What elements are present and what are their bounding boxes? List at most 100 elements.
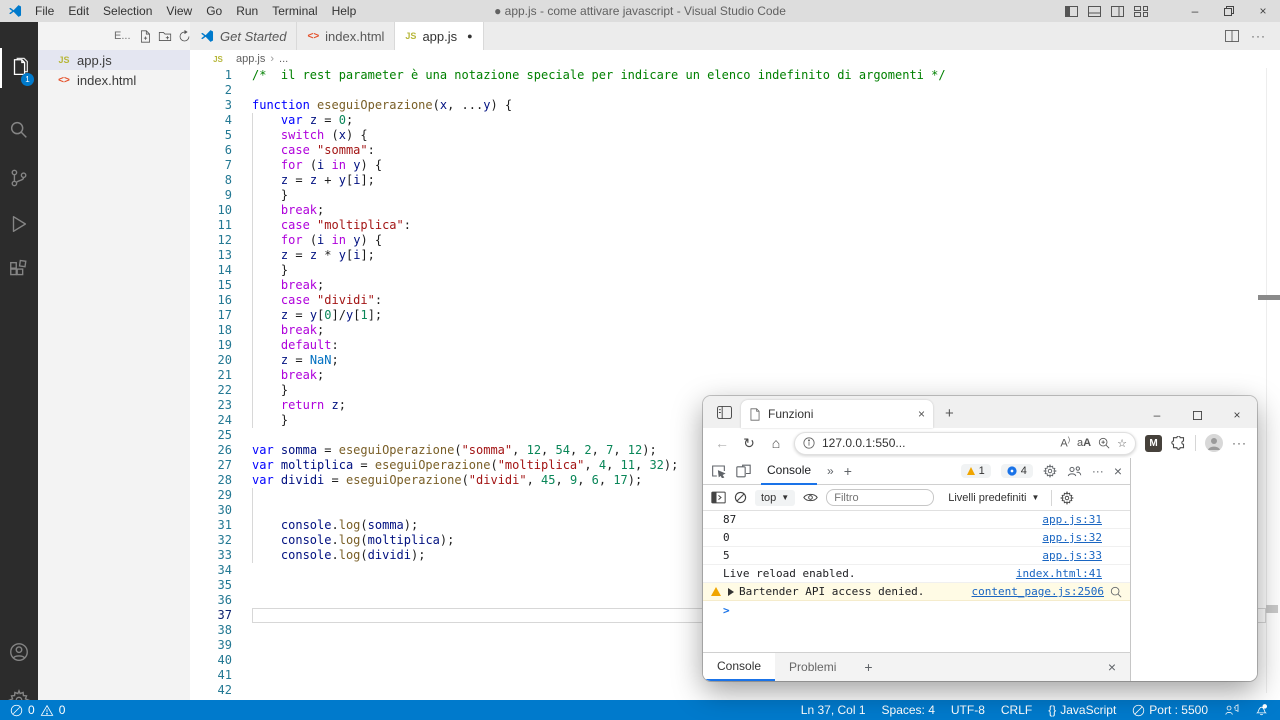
drawer-tab-problemi[interactable]: Problemi (775, 653, 850, 681)
unsaved-dot-icon[interactable]: ● (467, 31, 472, 41)
new-folder-icon[interactable] (158, 30, 172, 43)
browser-extensions-puzzle-icon[interactable] (1171, 436, 1186, 451)
code-line-8[interactable]: 8 z = z + y[i]; (190, 173, 1280, 188)
warnings-badge[interactable]: 1 (961, 464, 991, 478)
menu-file[interactable]: File (28, 0, 61, 22)
code-line-18[interactable]: 18 break; (190, 323, 1280, 338)
source-control-icon[interactable] (0, 158, 38, 198)
devtools-more-icon[interactable]: ··· (1092, 464, 1104, 478)
eol-sequence[interactable]: CRLF (1001, 703, 1032, 717)
editor-tab-app.js[interactable]: JSapp.js● (395, 22, 483, 50)
issues-people-icon[interactable] (1067, 465, 1082, 478)
code-line-1[interactable]: 1/* il rest parameter è una notazione sp… (190, 68, 1280, 83)
live-server-port[interactable]: Port : 5500 (1132, 703, 1208, 717)
site-info-icon[interactable] (803, 437, 815, 449)
breadcrumb-file[interactable]: app.js (236, 53, 265, 65)
close-tab-icon[interactable]: × (918, 407, 925, 421)
menu-terminal[interactable]: Terminal (265, 0, 324, 22)
browser-tab-funzioni[interactable]: Funzioni × (741, 400, 933, 428)
devtools-tab-console[interactable]: Console (761, 458, 817, 485)
code-line-6[interactable]: 6 case "somma": (190, 143, 1280, 158)
editor-more-actions-icon[interactable]: ··· (1251, 29, 1266, 43)
browser-settings-more-icon[interactable]: ··· (1232, 436, 1247, 450)
code-line-16[interactable]: 16 case "dividi": (190, 293, 1280, 308)
menu-view[interactable]: View (159, 0, 199, 22)
toggle-secondary-sidebar-icon[interactable] (1111, 6, 1124, 17)
profile-avatar[interactable] (1205, 434, 1223, 452)
source-link[interactable]: app.js:31 (1042, 513, 1102, 526)
favorites-star-icon[interactable]: ☆ (1117, 437, 1127, 450)
menu-selection[interactable]: Selection (96, 0, 159, 22)
code-line-13[interactable]: 13 z = z * y[i]; (190, 248, 1280, 263)
code-line-3[interactable]: 3function eseguiOperazione(x, ...y) { (190, 98, 1280, 113)
encoding[interactable]: UTF-8 (951, 703, 985, 717)
indentation[interactable]: Spaces: 4 (882, 703, 935, 717)
log-levels-dropdown[interactable]: Livelli predefiniti ▼ (948, 492, 1039, 504)
menu-edit[interactable]: Edit (61, 0, 96, 22)
code-line-20[interactable]: 20 z = NaN; (190, 353, 1280, 368)
drawer-close-icon[interactable]: × (1108, 659, 1116, 675)
warnings-icon[interactable] (40, 704, 54, 717)
code-line-14[interactable]: 14 } (190, 263, 1280, 278)
menu-help[interactable]: Help (325, 0, 364, 22)
warning-count[interactable]: 0 (59, 703, 66, 717)
browser-maximize-icon[interactable] (1177, 402, 1217, 428)
source-link[interactable]: app.js:33 (1042, 549, 1102, 562)
errors-icon[interactable] (10, 704, 23, 717)
refresh-icon[interactable] (178, 30, 191, 43)
customize-layout-icon[interactable] (1134, 6, 1148, 17)
language-mode[interactable]: {} JavaScript (1048, 703, 1116, 717)
feedback-icon[interactable] (1224, 704, 1239, 717)
home-icon[interactable]: ⌂ (767, 435, 785, 451)
editor-tab-index.html[interactable]: <>index.html (297, 22, 395, 50)
code-line-42[interactable]: 42 (190, 683, 1280, 698)
breadcrumb[interactable]: JS app.js › ... (190, 50, 1280, 68)
menu-run[interactable]: Run (229, 0, 265, 22)
zoom-icon[interactable] (1098, 437, 1110, 449)
account-icon[interactable] (0, 632, 38, 672)
explorer-icon[interactable]: 1 (0, 48, 38, 88)
context-selector[interactable]: top ▼ (755, 490, 795, 506)
more-tabs-icon[interactable]: » (827, 464, 834, 478)
inspect-element-icon[interactable] (711, 464, 726, 478)
source-link[interactable]: app.js:32 (1042, 531, 1102, 544)
console-sidebar-icon[interactable] (711, 491, 726, 504)
drawer-tab-console[interactable]: Console (703, 653, 775, 681)
source-link[interactable]: index.html:41 (1016, 567, 1102, 580)
url-text[interactable]: 127.0.0.1:550... (822, 436, 1053, 450)
tab-actions-menu-icon[interactable] (717, 406, 732, 419)
error-count[interactable]: 0 (28, 703, 35, 717)
extensions-icon[interactable] (0, 250, 38, 290)
messages-badge[interactable]: 4 (1001, 464, 1033, 478)
new-file-icon[interactable] (139, 30, 152, 43)
address-bar[interactable]: 127.0.0.1:550... A) aA ☆ (794, 432, 1136, 455)
translate-icon[interactable]: aA (1077, 437, 1091, 449)
code-line-19[interactable]: 19 default: (190, 338, 1280, 353)
close-window-icon[interactable]: × (1246, 0, 1280, 22)
code-line-2[interactable]: 2 (190, 83, 1280, 98)
code-line-17[interactable]: 17 z = y[0]/y[1]; (190, 308, 1280, 323)
read-aloud-icon[interactable]: A) (1060, 437, 1070, 450)
file-item-index.html[interactable]: <>index.html (38, 70, 190, 90)
search-source-icon[interactable] (1110, 586, 1122, 598)
notifications-bell-icon[interactable] (1255, 703, 1268, 717)
device-toolbar-icon[interactable] (736, 464, 751, 478)
toggle-sidebar-icon[interactable] (1065, 6, 1078, 17)
console-filter-input[interactable]: Filtro (826, 489, 934, 506)
minimize-button[interactable]: – (1178, 0, 1212, 22)
editor-tab-get-started[interactable]: Get Started (190, 22, 297, 50)
m-extension-icon[interactable]: M (1145, 435, 1162, 452)
console-prompt[interactable]: > (703, 601, 1130, 619)
code-line-7[interactable]: 7 for (i in y) { (190, 158, 1280, 173)
run-debug-icon[interactable] (0, 204, 38, 244)
code-line-21[interactable]: 21 break; (190, 368, 1280, 383)
drawer-add-icon[interactable]: + (864, 659, 872, 675)
code-line-15[interactable]: 15 break; (190, 278, 1280, 293)
code-line-9[interactable]: 9 } (190, 188, 1280, 203)
search-icon[interactable] (0, 110, 38, 150)
editor-scrollbar[interactable] (1266, 68, 1267, 693)
browser-close-icon[interactable]: × (1217, 402, 1257, 428)
refresh-page-icon[interactable]: ↻ (740, 435, 758, 452)
console-settings-gear-icon[interactable] (1060, 491, 1074, 505)
live-expression-eye-icon[interactable] (803, 492, 818, 503)
